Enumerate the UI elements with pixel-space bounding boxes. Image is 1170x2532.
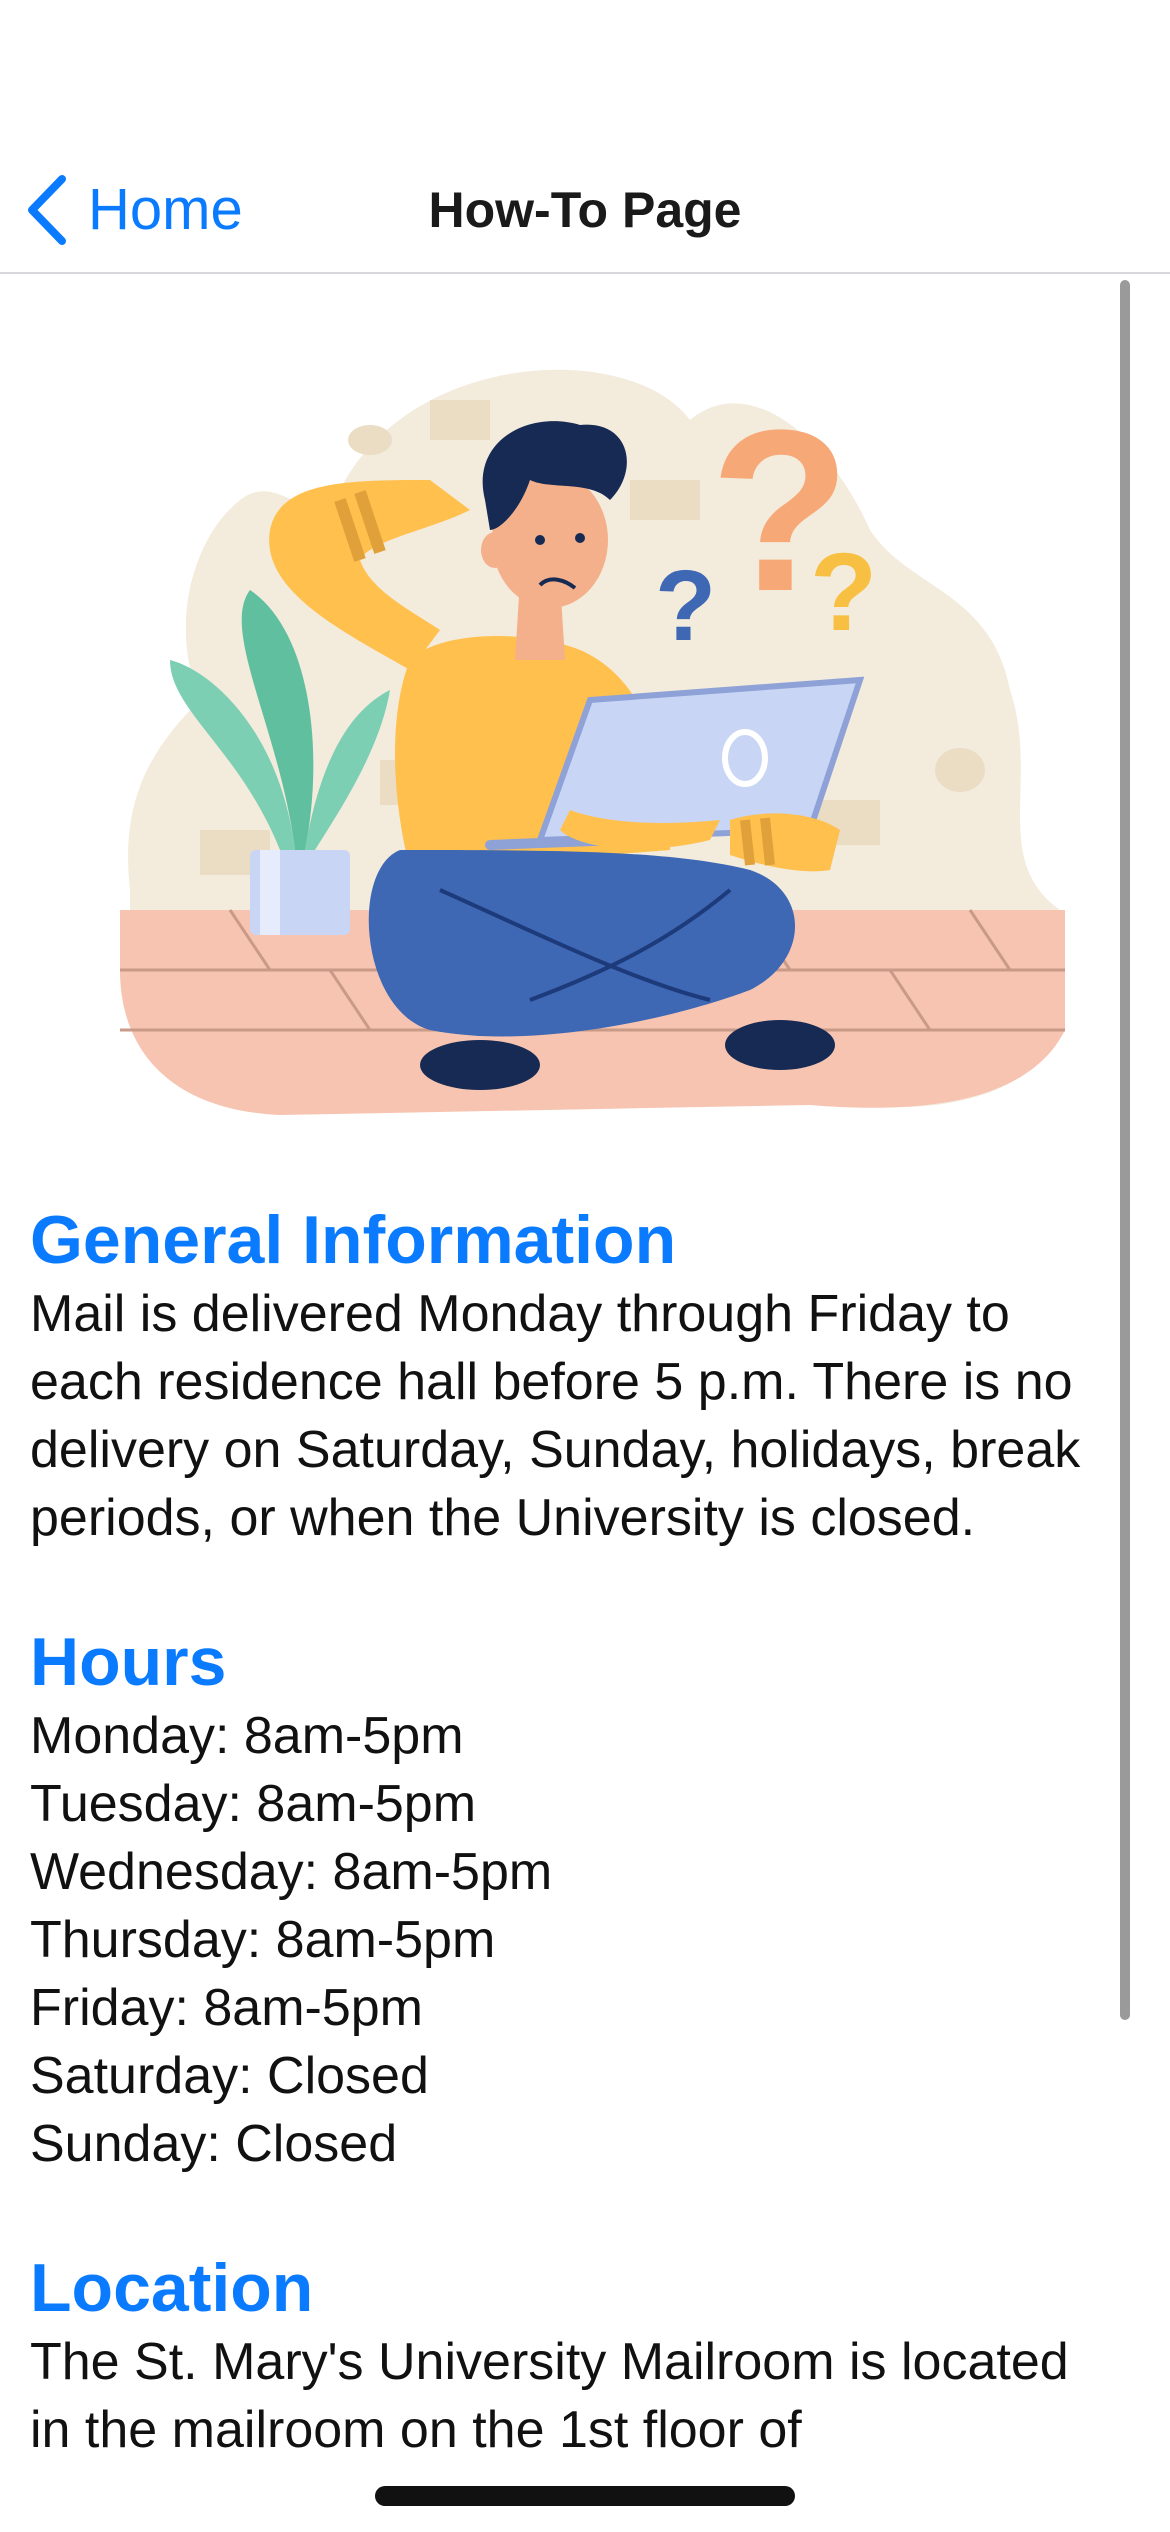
redaction-mark bbox=[375, 2486, 795, 2506]
general-information-text: Mail is delivered Monday through Friday … bbox=[30, 1285, 1081, 1547]
hours-monday: Monday: 8am-5pm bbox=[30, 1707, 464, 1765]
back-button[interactable]: Home bbox=[24, 170, 243, 250]
back-button-label: Home bbox=[88, 177, 243, 242]
navigation-bar: Home How-To Page bbox=[0, 150, 1170, 274]
hours-saturday: Saturday: Closed bbox=[30, 2047, 429, 2105]
status-bar-area bbox=[0, 0, 1170, 150]
hours-friday: Friday: 8am-5pm bbox=[30, 1979, 423, 2037]
hours-heading: Hours bbox=[30, 1624, 227, 1700]
hours-wednesday: Wednesday: 8am-5pm bbox=[30, 1843, 553, 1901]
svg-text:?: ? bbox=[810, 531, 877, 654]
page-title: How-To Page bbox=[428, 182, 742, 238]
confused-person-with-laptop-illustration: ? ? ? bbox=[120, 369, 1065, 1115]
chevron-left-icon bbox=[24, 175, 68, 245]
location-text: The St. Mary's University Mailroom is lo… bbox=[30, 2333, 1069, 2459]
general-information-heading: General Information bbox=[30, 1202, 677, 1278]
hours-thursday: Thursday: 8am-5pm bbox=[30, 1911, 496, 1969]
location-heading: Location bbox=[30, 2250, 314, 2326]
how-to-page-screen: Home How-To Page ? ? ? General Informati… bbox=[0, 0, 1170, 2532]
hours-sunday: Sunday: Closed bbox=[30, 2115, 398, 2173]
hours-tuesday: Tuesday: 8am-5pm bbox=[30, 1775, 477, 1833]
hours-list: Monday: 8am-5pm Tuesday: 8am-5pm Wednesd… bbox=[30, 1702, 1120, 2178]
content-area: General Information Mail is delivered Mo… bbox=[30, 1200, 1120, 2464]
scrollbar[interactable] bbox=[1120, 280, 1130, 2020]
svg-text:?: ? bbox=[655, 550, 716, 662]
